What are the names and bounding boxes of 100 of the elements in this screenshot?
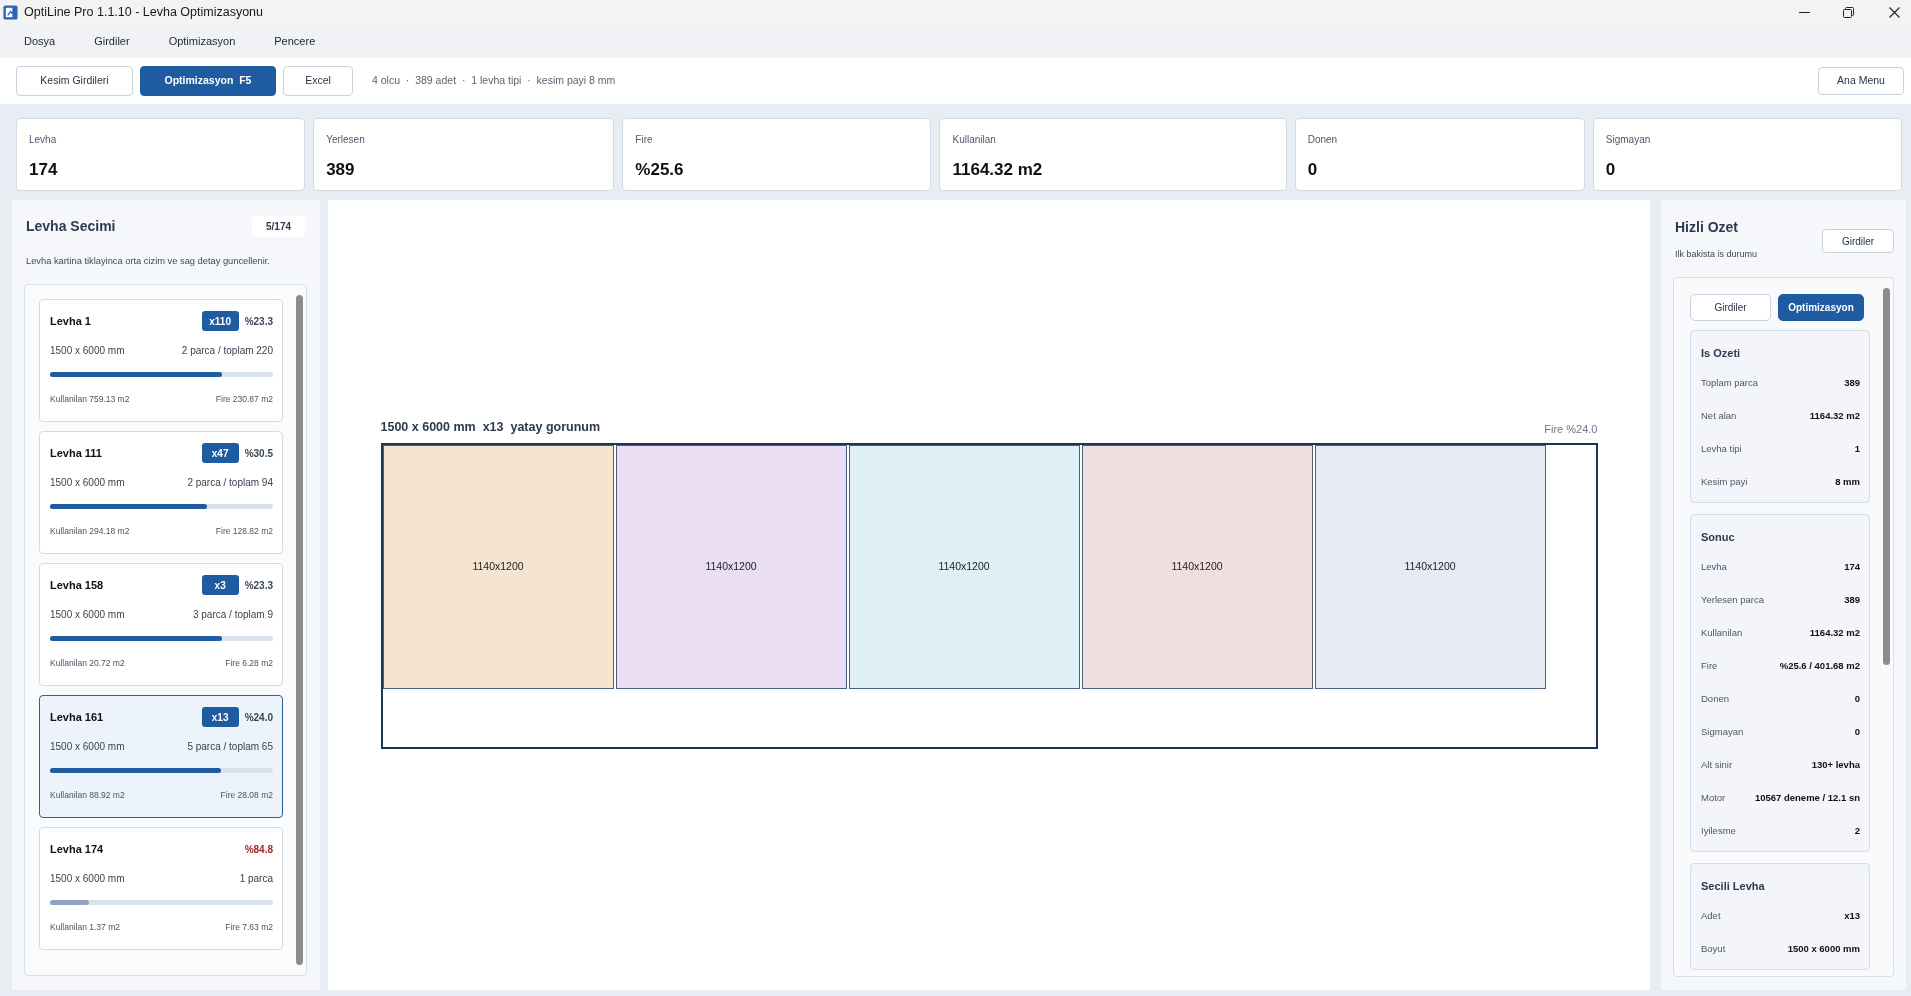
- waste-percent: %23.3: [244, 578, 273, 593]
- stat-label: Sigmayan: [1605, 133, 1652, 146]
- summary-label: Iyilesme: [1701, 824, 1736, 839]
- stat-value: 389: [326, 159, 356, 181]
- summary-value: 1: [1854, 442, 1860, 457]
- summary-label: Fire: [1701, 659, 1718, 674]
- sheet-name: Levha 1: [50, 313, 91, 329]
- used-area: Kullanilan 1.37 m2: [50, 920, 120, 934]
- stat-value: 1164.32 m2: [952, 159, 1044, 181]
- sheet-card[interactable]: Levha 174 %84.8 1500 x 6000 mm 1 parca Kullanilan 1.37 m2 Fire 7.63 m2: [39, 827, 283, 950]
- sheet-card[interactable]: Levha 158 x3 %23.3 1500 x 6000 mm 3 parca / toplam 9 Kullanilan 20.72 m2 Fire 6.28 m2: [39, 563, 283, 686]
- summary-label: Kullanilan: [1701, 626, 1743, 641]
- summary-value: 389: [1844, 593, 1860, 608]
- sheet-name: Levha 111: [50, 445, 102, 461]
- sheet-size: 1500 x 6000 mm: [50, 475, 125, 490]
- summary-value: 10567 deneme / 12.1 sn: [1754, 791, 1860, 806]
- minimize-icon[interactable]: [1798, 12, 1810, 13]
- menu-item[interactable]: Girdiler: [94, 33, 130, 50]
- waste-area: Fire 128.82 m2: [215, 524, 273, 538]
- summary-value: 389: [1844, 376, 1860, 391]
- waste-percent: %24.0: [244, 710, 273, 725]
- part-count: 2 parca / toplam 94: [187, 475, 273, 490]
- menu-item[interactable]: Pencere: [274, 33, 316, 50]
- app-icon: [3, 5, 18, 20]
- sheet-card[interactable]: Levha 161 x13 %24.0 1500 x 6000 mm 5 parca / toplam 65 Kullanilan 88.92 m2 Fire 28.08 m2: [39, 695, 283, 818]
- summary-label: Levha tipi: [1701, 442, 1742, 457]
- close-icon[interactable]: [1889, 7, 1900, 18]
- used-area: Kullanilan 759.13 m2: [50, 392, 130, 406]
- summary-value: 130+ levha: [1811, 758, 1860, 773]
- summary-value: 174: [1844, 560, 1860, 575]
- panel-hint: Levha kartina tiklayinca orta cizim ve sag detay guncellenir.: [25, 255, 271, 267]
- cut-piece: 1140x1200: [848, 445, 1080, 689]
- sheet-name: Levha 158: [50, 577, 104, 593]
- restore-icon[interactable]: [1842, 7, 1854, 18]
- part-count: 3 parca / toplam 9: [192, 607, 273, 622]
- panel-subtitle: Ilk bakista is durumu: [1675, 249, 1758, 260]
- window-title: OptiLine Pro 1.1.10 - Levha Optimizasyonu: [24, 4, 264, 22]
- used-area: Kullanilan 88.92 m2: [50, 788, 125, 802]
- summary-label: Kesim payi: [1701, 475, 1748, 490]
- summary-label: Net alan: [1701, 409, 1737, 424]
- toolbar-tab-button[interactable]: Excel: [283, 66, 353, 96]
- summary-value: %25.6 / 401.68 m2: [1779, 659, 1860, 674]
- panel-title: Hizli Ozet: [1675, 218, 1739, 237]
- sheet-size: 1500 x 6000 mm: [50, 871, 125, 886]
- summary-label: Alt sinir: [1701, 758, 1733, 773]
- summary-label: Motor: [1701, 791, 1726, 806]
- sheet-card[interactable]: Levha 1 x110 %23.3 1500 x 6000 mm 2 parca / toplam 220 Kullanilan 759.13 m2 Fire 230.87 m2: [39, 299, 283, 422]
- summary-label: Boyut: [1701, 942, 1726, 957]
- menu-item[interactable]: Optimizasyon: [168, 33, 236, 50]
- scrollbar[interactable]: [296, 295, 303, 965]
- stat-value: 174: [29, 159, 59, 181]
- waste-percent: %23.3: [244, 314, 273, 329]
- quantity-badge: x3: [201, 575, 239, 595]
- toolbar-tab-button[interactable]: Kesim Girdileri: [16, 66, 133, 96]
- sheet-size: 1500 x 6000 mm: [50, 343, 125, 358]
- cut-piece: 1140x1200: [1314, 445, 1546, 689]
- main-menu-button[interactable]: Ana Menu: [1818, 67, 1904, 95]
- summary-value: 2: [1854, 824, 1860, 839]
- summary-label: Donen: [1701, 692, 1729, 707]
- sheet-name: Levha 174: [50, 841, 104, 857]
- used-area: Kullanilan 20.72 m2: [50, 656, 125, 670]
- sheet-card[interactable]: Levha 111 x47 %30.5 1500 x 6000 mm 2 parca / toplam 94 Kullanilan 294.18 m2 Fire 128.82 m2: [39, 431, 283, 554]
- toolbar-tab-button[interactable]: Optimizasyon F5: [140, 66, 276, 96]
- cut-piece: 1140x1200: [382, 445, 614, 689]
- stat-value: 0: [1605, 159, 1617, 181]
- waste-area: Fire 230.87 m2: [215, 392, 273, 406]
- quantity-badge: x110: [201, 311, 239, 331]
- summary-label: Yerlesen parca: [1701, 593, 1765, 608]
- part-count: 5 parca / toplam 65: [187, 739, 273, 754]
- quantity-badge: x47: [201, 443, 239, 463]
- summary-value: x13: [1844, 909, 1860, 924]
- stat-value: 0: [1307, 159, 1319, 181]
- sheet-count-badge: 5/174: [252, 216, 305, 237]
- stat-label: Levha: [29, 133, 58, 146]
- menu-item[interactable]: Dosya: [24, 33, 56, 50]
- layout-waste: Fire %24.0: [1544, 421, 1598, 437]
- waste-percent: %30.5: [244, 446, 273, 461]
- waste-area: Fire 7.63 m2: [225, 920, 273, 934]
- summary-value: 1164.32 m2: [1809, 409, 1860, 424]
- section-title: Secili Levha: [1701, 879, 1766, 894]
- summary-value: 0: [1854, 725, 1860, 740]
- sheet-size: 1500 x 6000 mm: [50, 739, 125, 754]
- summary-value: 8 mm: [1835, 475, 1860, 490]
- panel-title: Levha Secimi: [26, 217, 116, 236]
- waste-area: Fire 28.08 m2: [220, 788, 273, 802]
- summary-tab[interactable]: Girdiler: [1690, 294, 1771, 321]
- used-area: Kullanilan 294.18 m2: [50, 524, 130, 538]
- summary-label: Levha: [1701, 560, 1727, 575]
- summary-label: Adet: [1701, 909, 1721, 924]
- stat-value: %25.6: [635, 159, 685, 181]
- stat-label: Fire: [635, 133, 654, 146]
- inputs-button[interactable]: Girdiler: [1822, 229, 1894, 253]
- cut-piece: 1140x1200: [1081, 445, 1313, 689]
- stat-label: Yerlesen: [326, 133, 366, 146]
- scrollbar[interactable]: [1883, 288, 1890, 665]
- section-title: Sonuc: [1701, 530, 1736, 545]
- stat-label: Donen: [1307, 133, 1339, 146]
- section-title: Is Ozeti: [1701, 346, 1742, 361]
- summary-tab[interactable]: Optimizasyon: [1778, 294, 1864, 321]
- sheet-name: Levha 161: [50, 709, 104, 725]
